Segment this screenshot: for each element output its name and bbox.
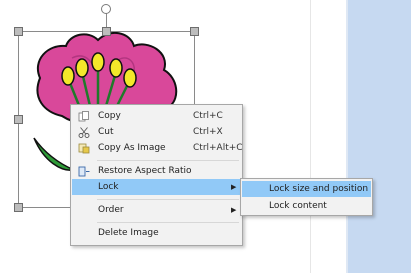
- resize-handle-bottom-left[interactable]: [14, 203, 23, 212]
- menu-item-label: Order: [98, 205, 124, 215]
- submenu-item-lock-size-and-position[interactable]: Lock size and position: [242, 181, 371, 197]
- resize-handle-top-right[interactable]: [190, 27, 199, 36]
- menu-item-label: Lock content: [269, 201, 327, 211]
- menu-item-label: Copy As Image: [98, 143, 166, 153]
- lock-submenu: Lock size and position Lock content: [240, 178, 373, 216]
- menu-item-label: Copy: [98, 111, 121, 121]
- menu-item-delete-image[interactable]: Delete Image: [72, 225, 241, 241]
- side-panel: [348, 0, 411, 273]
- menu-item-label: Lock: [98, 182, 119, 192]
- menu-item-cut[interactable]: Cut Ctrl+X: [72, 124, 241, 140]
- copy-as-image-icon: [78, 143, 90, 154]
- menu-item-order[interactable]: Order ▶: [72, 202, 241, 218]
- resize-handle-top[interactable]: [102, 27, 111, 36]
- rotate-handle[interactable]: [101, 4, 111, 14]
- menu-separator: [97, 199, 239, 200]
- restore-aspect-ratio-icon: [78, 166, 90, 177]
- menu-item-copy[interactable]: Copy Ctrl+C: [72, 108, 241, 124]
- menu-item-lock[interactable]: Lock ▶: [72, 179, 241, 195]
- menu-item-restore-aspect-ratio[interactable]: Restore Aspect Ratio: [72, 163, 241, 179]
- menu-separator: [97, 222, 239, 223]
- menu-separator: [97, 160, 239, 161]
- page-edge-line: [310, 0, 311, 273]
- menu-item-shortcut: Ctrl+C: [193, 111, 223, 121]
- menu-item-label: Restore Aspect Ratio: [98, 166, 192, 176]
- submenu-arrow-icon: ▶: [231, 183, 237, 191]
- copy-icon: [78, 111, 89, 122]
- menu-item-label: Delete Image: [98, 228, 159, 238]
- menu-item-shortcut: Ctrl+Alt+C: [193, 143, 243, 153]
- context-menu: Copy Ctrl+C Cut Ctrl+X Copy As Image Ctr…: [70, 104, 243, 246]
- cut-icon: [78, 127, 90, 138]
- submenu-item-lock-content[interactable]: Lock content: [242, 198, 371, 214]
- resize-handle-top-left[interactable]: [14, 27, 23, 36]
- submenu-arrow-icon: ▶: [231, 206, 237, 214]
- menu-item-label: Lock size and position: [269, 184, 369, 194]
- resize-handle-left[interactable]: [14, 115, 23, 124]
- menu-item-label: Cut: [98, 127, 114, 137]
- menu-item-shortcut: Ctrl+X: [193, 127, 223, 137]
- menu-item-copy-as-image[interactable]: Copy As Image Ctrl+Alt+C: [72, 140, 243, 156]
